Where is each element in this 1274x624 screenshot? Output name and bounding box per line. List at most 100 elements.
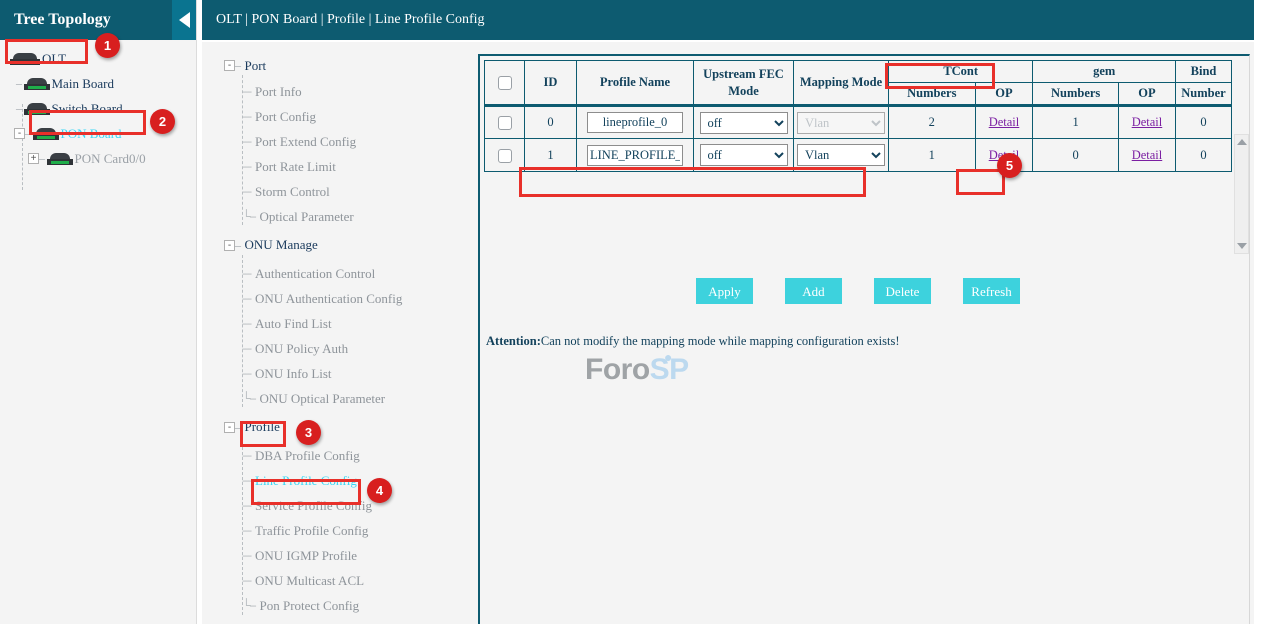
- nav-group-label: Profile: [241, 419, 280, 435]
- nav-item-label: Line Profile Config: [251, 473, 357, 489]
- tree-expander-toggle[interactable]: +: [28, 153, 39, 164]
- upstream-fec-select[interactable]: off on: [700, 144, 788, 166]
- attention-text: Can not modify the mapping mode while ma…: [541, 334, 900, 348]
- nav-item-port-rate-limit[interactable]: --- Port Rate Limit: [216, 154, 474, 179]
- th-group-gem: gem: [1033, 61, 1176, 83]
- upstream-fec-select[interactable]: off on: [700, 112, 788, 134]
- refresh-button[interactable]: Refresh: [963, 278, 1020, 304]
- nav-item-storm-control[interactable]: --- Storm Control: [216, 179, 474, 204]
- th-upstream-fec-line2: Mode: [697, 83, 790, 100]
- nav-item-label: Service Profile Config: [251, 498, 372, 514]
- nav-item-label: ONU IGMP Profile: [251, 548, 357, 564]
- nav-leaf-tick: ---: [242, 159, 251, 174]
- attention-message: Attention:Can not modify the mapping mod…: [486, 334, 899, 349]
- select-all-checkbox[interactable]: [498, 76, 512, 90]
- nav-leaf-tick: ---: [242, 523, 251, 538]
- delete-button[interactable]: Delete: [874, 278, 931, 304]
- nav-item-traffic-profile-config[interactable]: --- Traffic Profile Config: [216, 518, 474, 543]
- nav-item-label: ONU Authentication Config: [251, 291, 402, 307]
- profile-name-input[interactable]: [587, 112, 683, 133]
- nav-item-label: Port Extend Config: [251, 134, 356, 150]
- triangle-left-glyph: [179, 12, 190, 28]
- th-tcont-numbers: Numbers: [889, 83, 976, 106]
- tree-expander-toggle[interactable]: -: [14, 128, 25, 139]
- tcont-detail-link[interactable]: Detail: [989, 115, 1020, 129]
- mapping-mode-select[interactable]: Vlan Port Priority: [797, 112, 885, 134]
- nav-expander-toggle[interactable]: -: [224, 422, 235, 433]
- page-root: Tree Topology OLT – Main Board: [0, 0, 1274, 624]
- nav-group-onu-manage[interactable]: - – ONU Manage: [216, 229, 474, 261]
- nav-leaf-tick: └--: [242, 598, 256, 613]
- tree-node-switch-board[interactable]: – Switch Board: [0, 96, 196, 121]
- nav-item-optical-parameter[interactable]: └-- Optical Parameter: [216, 204, 474, 229]
- nav-leaf-tick: ---: [242, 266, 251, 281]
- watermark-signal-icon: ●: [664, 349, 672, 365]
- th-group-tcont: TCont: [889, 61, 1033, 83]
- nav-group-port[interactable]: - – Port: [216, 52, 474, 79]
- tree-branch-tick: –: [39, 151, 45, 166]
- tree-node-pon-board[interactable]: - – PON Board: [0, 121, 196, 146]
- tree-node-pon-card[interactable]: + – PON Card0/0: [0, 146, 196, 171]
- cell-gem-op: Detail: [1118, 106, 1175, 139]
- nav-item-onu-optical-parameter[interactable]: └-- ONU Optical Parameter: [216, 386, 474, 411]
- arrow-up-icon[interactable]: [1237, 139, 1247, 145]
- nav-item-line-profile-config[interactable]: --- Line Profile Config: [216, 468, 474, 493]
- row-checkbox[interactable]: [498, 116, 512, 130]
- nav-item-pon-protect-config[interactable]: └-- Pon Protect Config: [216, 593, 474, 618]
- cell-bind-number: 0: [1176, 139, 1232, 172]
- nav-item-label: ONU Optical Parameter: [256, 391, 386, 407]
- th-mapping-mode: Mapping Mode: [794, 61, 889, 106]
- tree-topology-panel: Tree Topology OLT – Main Board: [0, 0, 197, 624]
- mapping-mode-select[interactable]: Vlan Port Priority: [797, 144, 885, 166]
- nav-group-profile[interactable]: - – Profile: [216, 411, 474, 443]
- nav-item-port-extend-config[interactable]: --- Port Extend Config: [216, 129, 474, 154]
- nav-item-label: Storm Control: [251, 184, 330, 200]
- table-body: 0 off on: [485, 106, 1232, 172]
- profile-name-input[interactable]: [587, 145, 683, 166]
- nav-expander-toggle[interactable]: -: [224, 240, 235, 251]
- triangle-left-icon[interactable]: [172, 0, 196, 40]
- nav-item-auto-find-list[interactable]: --- Auto Find List: [216, 311, 474, 336]
- th-upstream-fec-line1: Upstream FEC: [697, 66, 790, 83]
- nav-item-port-config[interactable]: --- Port Config: [216, 104, 474, 129]
- nav-item-onu-multicast-acl[interactable]: --- ONU Multicast ACL: [216, 568, 474, 593]
- nav-item-onu-igmp-profile[interactable]: --- ONU IGMP Profile: [216, 543, 474, 568]
- add-button[interactable]: Add: [785, 278, 842, 304]
- th-group-bind: Bind: [1176, 61, 1232, 83]
- th-bind-number: Number: [1176, 83, 1232, 106]
- cell-tcont-op: Detail: [975, 106, 1033, 139]
- nav-item-dba-profile-config[interactable]: --- DBA Profile Config: [216, 443, 474, 468]
- nav-leaf-tick: ---: [242, 573, 251, 588]
- apply-button[interactable]: Apply: [696, 278, 753, 304]
- tree-node-olt[interactable]: OLT: [0, 46, 196, 71]
- nav-item-port-info[interactable]: --- Port Info: [216, 79, 474, 104]
- nav-item-onu-policy-auth[interactable]: --- ONU Policy Auth: [216, 336, 474, 361]
- tree-branch-tick: –: [16, 76, 22, 91]
- nav-leaf-tick: ---: [242, 548, 251, 563]
- nav-item-service-profile-config[interactable]: --- Service Profile Config: [216, 493, 474, 518]
- watermark-part-1: Foro: [585, 353, 650, 386]
- th-id: ID: [525, 61, 577, 106]
- nav-leaf-tick: ---: [242, 134, 251, 149]
- table-head: ID Profile Name Upstream FEC Mode Mappin…: [485, 61, 1232, 106]
- arrow-down-icon[interactable]: [1237, 243, 1247, 249]
- th-profile-name: Profile Name: [577, 61, 694, 106]
- nav-expander-toggle[interactable]: -: [224, 60, 235, 71]
- tree-node-main-board[interactable]: – Main Board: [0, 71, 196, 96]
- th-gem-op: OP: [1118, 83, 1175, 106]
- gem-detail-link[interactable]: Detail: [1132, 115, 1163, 129]
- row-checkbox[interactable]: [498, 149, 512, 163]
- nav-item-onu-info-list[interactable]: --- ONU Info List: [216, 361, 474, 386]
- nav-item-authentication-control[interactable]: --- Authentication Control: [216, 261, 474, 286]
- nav-leaf-tick: ---: [242, 184, 251, 199]
- tree-branch-tick: –: [25, 126, 31, 141]
- th-select-all: [485, 61, 525, 106]
- tcont-detail-link[interactable]: Detail: [989, 148, 1020, 162]
- nav-item-onu-authentication-config[interactable]: --- ONU Authentication Config: [216, 286, 474, 311]
- nav-leaf-tick: ---: [242, 366, 251, 381]
- nav-item-label: DBA Profile Config: [251, 448, 360, 464]
- gem-detail-link[interactable]: Detail: [1132, 148, 1163, 162]
- cell-bind-number: 0: [1176, 106, 1232, 139]
- table-vertical-scrollbar[interactable]: [1234, 134, 1249, 254]
- nav-leaf-tick: ---: [242, 448, 251, 463]
